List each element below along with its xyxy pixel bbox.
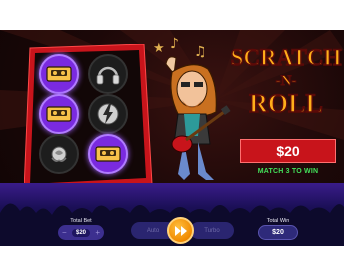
total-bet-value: $20 bbox=[71, 228, 90, 237]
prize-display: $20 bbox=[240, 139, 336, 163]
svg-text:♫: ♫ bbox=[194, 44, 207, 60]
lightning-guitar-icon bbox=[97, 103, 119, 125]
scratch-cell-1[interactable] bbox=[39, 54, 79, 94]
fast-forward-icon bbox=[174, 225, 187, 236]
total-win-display: $20 bbox=[258, 225, 298, 240]
cassette-icon bbox=[46, 66, 72, 82]
scratch-cell-3[interactable] bbox=[39, 94, 79, 134]
match-3-tagline: MATCH 3 TO WIN bbox=[257, 168, 319, 175]
scratch-cell-6[interactable] bbox=[88, 134, 128, 174]
letterbox-top bbox=[0, 0, 344, 30]
total-bet-control: − $20 + bbox=[58, 225, 104, 240]
scratch-cell-2[interactable] bbox=[88, 54, 128, 94]
turbo-label: Turbo bbox=[204, 227, 220, 234]
logo-line-roll: ROLL bbox=[249, 89, 323, 116]
cassette-icon bbox=[46, 106, 72, 122]
cassette-icon bbox=[95, 146, 121, 162]
letterbox-bottom bbox=[0, 246, 344, 274]
svg-text:★: ★ bbox=[153, 41, 165, 56]
logo-line-n: -N- bbox=[276, 73, 297, 89]
scratch-cell-4[interactable] bbox=[88, 94, 128, 134]
bet-increase-button[interactable]: + bbox=[95, 225, 100, 240]
auto-label: Auto bbox=[146, 227, 160, 234]
headphones-icon bbox=[96, 66, 120, 85]
logo-line-scratch: SCRATCH bbox=[231, 45, 342, 70]
bet-decrease-button[interactable]: − bbox=[62, 225, 67, 240]
music-notes-icon: ★ ♪ ♫ bbox=[153, 36, 207, 60]
game-screen: ★ ♪ ♫ SCRATCH -N- ROLL $20 MATCH 3 TO WI… bbox=[0, 0, 344, 274]
total-win-value: $20 bbox=[272, 229, 284, 236]
prize-value: $20 bbox=[276, 143, 300, 159]
rose-icon bbox=[51, 146, 67, 162]
total-win-label: Total Win bbox=[266, 218, 290, 224]
play-button[interactable] bbox=[167, 217, 194, 244]
total-bet-label: Total Bet bbox=[70, 218, 92, 224]
scratch-cell-5[interactable] bbox=[39, 134, 79, 174]
scratch-n-roll-logo: SCRATCH -N- ROLL bbox=[230, 44, 342, 116]
turbo-button[interactable]: Turbo bbox=[190, 222, 234, 239]
svg-text:♪: ♪ bbox=[170, 36, 179, 52]
